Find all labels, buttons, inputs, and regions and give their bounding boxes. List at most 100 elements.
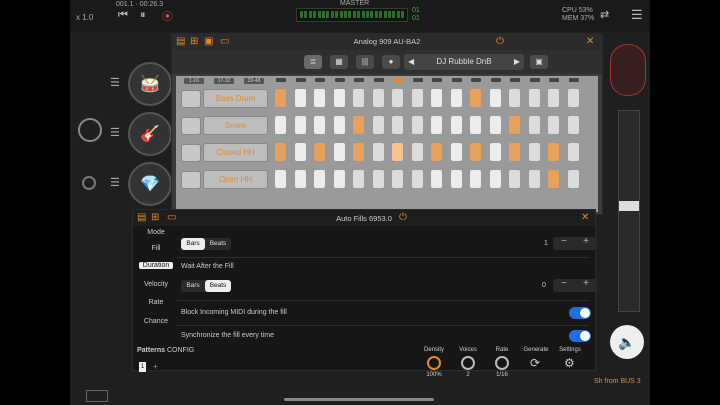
- step-button[interactable]: [352, 115, 365, 135]
- duration-unit-toggle[interactable]: Bars Beats: [181, 238, 231, 250]
- step-button[interactable]: [410, 88, 424, 108]
- step-button[interactable]: [313, 88, 326, 108]
- pause-icon[interactable]: ⏸: [140, 9, 146, 22]
- swap-icon[interactable]: ⇄: [600, 8, 609, 21]
- right-routing-widget[interactable]: [610, 44, 646, 96]
- wait-unit-toggle[interactable]: Bars Beats: [181, 280, 231, 292]
- mixer-view-button[interactable]: |||: [356, 55, 374, 69]
- wait-plus-button[interactable]: +: [575, 278, 597, 289]
- step-button[interactable]: [391, 142, 404, 162]
- step-button[interactable]: [313, 142, 326, 162]
- step-button[interactable]: [566, 88, 580, 108]
- step-button[interactable]: [469, 169, 482, 189]
- step-button[interactable]: [371, 142, 385, 162]
- step-button[interactable]: [332, 115, 346, 135]
- step-button[interactable]: [488, 88, 502, 108]
- step-button[interactable]: [547, 88, 560, 108]
- wait-bars-option[interactable]: Bars: [181, 280, 205, 292]
- step-button[interactable]: [274, 169, 287, 189]
- step-button[interactable]: [430, 142, 443, 162]
- step-button[interactable]: [391, 169, 404, 189]
- menu-fill[interactable]: Fill: [139, 245, 173, 252]
- step-button[interactable]: [410, 115, 424, 135]
- instrument-slot-3-icon[interactable]: 💎: [128, 162, 172, 206]
- step-button[interactable]: [293, 142, 307, 162]
- wait-stepper[interactable]: − +: [553, 278, 597, 292]
- wait-beats-option[interactable]: Beats: [205, 280, 231, 292]
- step-button[interactable]: [371, 115, 385, 135]
- step-button[interactable]: [352, 88, 365, 108]
- step-button[interactable]: [293, 88, 307, 108]
- pan-knob[interactable]: [82, 176, 96, 190]
- pads-view-button[interactable]: ●: [382, 55, 400, 69]
- step-button[interactable]: [313, 115, 326, 135]
- step-button[interactable]: [274, 88, 287, 108]
- step-button[interactable]: [274, 142, 287, 162]
- af-close-icon[interactable]: ✕: [581, 212, 589, 223]
- step-button[interactable]: [293, 115, 307, 135]
- plugin-close-icon[interactable]: ✕: [586, 36, 594, 47]
- step-button[interactable]: [469, 142, 482, 162]
- track-name-button[interactable]: Snare: [203, 116, 268, 135]
- step-button[interactable]: [566, 115, 580, 135]
- step-button[interactable]: [508, 88, 521, 108]
- step-button[interactable]: [527, 169, 541, 189]
- slot-3-menu-icon[interactable]: ☰: [110, 176, 120, 189]
- right-speaker-icon[interactable]: 🔈: [610, 325, 644, 359]
- step-button[interactable]: [508, 169, 521, 189]
- rate-knob[interactable]: [495, 356, 509, 370]
- step-button[interactable]: [410, 142, 424, 162]
- step-button[interactable]: [352, 169, 365, 189]
- track-mute-button[interactable]: [181, 117, 201, 135]
- right-fader-track[interactable]: [618, 110, 640, 312]
- step-button[interactable]: [332, 169, 346, 189]
- step-button[interactable]: [391, 88, 404, 108]
- af-power-icon[interactable]: ⏻: [399, 212, 407, 223]
- step-button[interactable]: [547, 115, 560, 135]
- step-button[interactable]: [293, 169, 307, 189]
- step-button[interactable]: [566, 169, 580, 189]
- step-button[interactable]: [566, 142, 580, 162]
- step-button[interactable]: [469, 115, 482, 135]
- step-button[interactable]: [430, 88, 443, 108]
- pattern-selector[interactable]: ◀ DJ Rubble DnB ▶: [404, 54, 524, 70]
- step-button[interactable]: [527, 88, 541, 108]
- step-button[interactable]: [469, 88, 482, 108]
- plugin-power-icon[interactable]: ⏻: [496, 36, 504, 47]
- step-button[interactable]: [449, 88, 463, 108]
- record-icon[interactable]: ⦿: [162, 8, 173, 24]
- duration-minus-button[interactable]: −: [553, 236, 575, 247]
- page-tab-2[interactable]: 17-32: [214, 78, 234, 84]
- duration-stepper[interactable]: − +: [553, 236, 597, 250]
- right-fader-handle[interactable]: [619, 201, 639, 211]
- slot-2-menu-icon[interactable]: ☰: [110, 126, 120, 139]
- step-button[interactable]: [430, 115, 443, 135]
- pattern-save-icon[interactable]: ▣: [530, 55, 548, 69]
- settings-gear-icon[interactable]: ⚙: [564, 356, 575, 370]
- zoom-level[interactable]: x 1.0: [76, 13, 93, 22]
- sync-fill-toggle[interactable]: [569, 330, 591, 342]
- duration-plus-button[interactable]: +: [575, 236, 597, 247]
- menu-rate[interactable]: Rate: [139, 299, 173, 306]
- voices-knob[interactable]: [461, 356, 475, 370]
- step-button[interactable]: [332, 88, 346, 108]
- step-button[interactable]: [488, 142, 502, 162]
- step-button[interactable]: [547, 142, 560, 162]
- menu-icon[interactable]: ☰: [631, 7, 643, 23]
- instrument-slot-1-icon[interactable]: 🥁: [128, 62, 172, 106]
- step-button[interactable]: [449, 169, 463, 189]
- step-button[interactable]: [430, 169, 443, 189]
- track-mute-button[interactable]: [181, 144, 201, 162]
- step-button[interactable]: [547, 169, 560, 189]
- step-button[interactable]: [274, 115, 287, 135]
- patterns-config[interactable]: CONFIG: [167, 347, 194, 354]
- menu-velocity[interactable]: Velocity: [139, 281, 173, 288]
- prev-pattern-icon[interactable]: ◀: [408, 54, 414, 70]
- grid-view-button[interactable]: ▦: [330, 55, 348, 69]
- step-button[interactable]: [488, 115, 502, 135]
- track-name-button[interactable]: Bass Drum: [203, 89, 268, 108]
- step-button[interactable]: [449, 115, 463, 135]
- density-knob[interactable]: [427, 356, 441, 370]
- step-button[interactable]: [527, 142, 541, 162]
- menu-mode[interactable]: Mode: [139, 229, 173, 236]
